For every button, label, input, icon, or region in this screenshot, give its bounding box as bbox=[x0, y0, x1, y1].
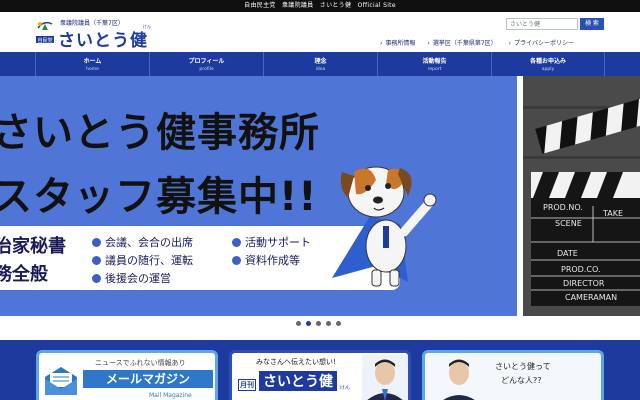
monthly-prefix: 月刊 bbox=[238, 379, 256, 391]
header-link-district[interactable]: › 選挙区（千葉県第7区） bbox=[427, 38, 496, 48]
slider-dot[interactable] bbox=[316, 321, 321, 326]
top-bar: 自由民主党 衆議院議員 さいとう健 Official Site bbox=[0, 0, 640, 12]
clapper-prod-co: PROD.CO. bbox=[561, 265, 600, 274]
search-input[interactable] bbox=[506, 18, 578, 30]
nav-item-profile[interactable]: プロフィール profile bbox=[149, 52, 263, 76]
duty-label: 後援会の運営 bbox=[105, 272, 171, 285]
duty-label: 活動サポート bbox=[245, 236, 311, 249]
nav-sublabel: idea bbox=[315, 67, 326, 72]
party-logo-icon[interactable]: 自民党 bbox=[34, 18, 56, 46]
profile-intro-banner[interactable]: さいとう健って どんな人?? bbox=[422, 350, 604, 400]
logo-ruby: けん bbox=[143, 24, 151, 29]
duty-label: 議員の随行、運転 bbox=[105, 254, 193, 267]
profile-intro-text1: さいとう健って bbox=[495, 362, 551, 371]
header-link-office[interactable]: › 事務所情報 bbox=[380, 38, 415, 48]
duty-item: 後援会の運営 bbox=[92, 270, 171, 286]
clapper-director: DIRECTOR bbox=[563, 279, 605, 288]
politician-photo bbox=[437, 355, 481, 400]
duty-item: 活動サポート bbox=[232, 234, 311, 250]
slider-dot[interactable] bbox=[296, 321, 301, 326]
hero-slide-recruit[interactable]: さいとう健事務所 スタッフ募集中!! 治家秘書 務全般 会議、会合の出席 議員の… bbox=[0, 76, 517, 316]
mail-magazine-en: Mail Magazine bbox=[149, 392, 192, 399]
nav-sublabel: report bbox=[427, 67, 442, 72]
nav-label: ホーム bbox=[83, 58, 102, 65]
banner-strip: ニュースでふれない情報あり メールマガジン Mail Magazine みなさん… bbox=[0, 340, 640, 400]
nav-label: 各種お申込み bbox=[529, 58, 566, 65]
nav-label: 理念 bbox=[314, 58, 327, 65]
monthly-title-group: 月刊 さいとう健 けん bbox=[238, 371, 350, 391]
politician-photo bbox=[362, 355, 408, 400]
header-link-privacy[interactable]: › プライバシーポリシー bbox=[509, 38, 574, 48]
nav-sublabel: profile bbox=[199, 67, 214, 72]
slider-dot-active[interactable] bbox=[306, 321, 311, 326]
job-title-line1: 治家秘書 bbox=[0, 236, 66, 257]
bullet-dot-icon bbox=[232, 255, 241, 265]
bullet-dot-icon bbox=[232, 237, 241, 247]
duty-item: 会議、会合の出席 bbox=[92, 234, 193, 250]
monthly-newsletter-banner[interactable]: みなさんへ伝えたい想い! 月刊 さいとう健 けん bbox=[229, 350, 411, 400]
chevron-right-icon: › bbox=[427, 40, 430, 47]
slider-dot[interactable] bbox=[336, 321, 341, 326]
profile-intro-text2: どんな人?? bbox=[501, 376, 542, 385]
main-nav: ホーム home プロフィール profile 理念 idea 活動報告 report … bbox=[0, 52, 640, 76]
monthly-note: みなさんへ伝えたい想い! bbox=[256, 358, 336, 366]
monthly-ruby: けん bbox=[340, 385, 351, 391]
job-title-line2: 務全般 bbox=[0, 264, 48, 285]
duty-label: 会議、会合の出席 bbox=[105, 236, 193, 249]
nav-item-apply[interactable]: 各種お申込み apply bbox=[491, 52, 605, 76]
header-link-label: 事務所情報 bbox=[385, 40, 416, 47]
header-link-label: プライバシーポリシー bbox=[514, 40, 574, 47]
nav-sublabel: apply bbox=[541, 67, 555, 72]
clapper-scene: SCENE bbox=[555, 219, 582, 228]
nav-item-report[interactable]: 活動報告 report bbox=[377, 52, 491, 76]
nav-item-home[interactable]: ホーム home bbox=[35, 52, 149, 76]
hero-slider[interactable]: さいとう健事務所 スタッフ募集中!! 治家秘書 務全般 会議、会合の出席 議員の… bbox=[0, 76, 640, 326]
bullet-dot-icon bbox=[92, 237, 101, 247]
clapper-date: DATE bbox=[557, 249, 578, 258]
clapper-prod-no: PROD.NO. bbox=[543, 203, 583, 212]
nav-label: プロフィール bbox=[188, 58, 225, 65]
nav-label: 活動報告 bbox=[422, 58, 447, 65]
party-logo-text: 自民党 bbox=[37, 37, 52, 44]
header-link-label: 選挙区（千葉県第7区） bbox=[432, 40, 497, 47]
duty-item: 議員の随行、運転 bbox=[92, 252, 193, 268]
slider-pagination bbox=[296, 321, 341, 326]
mail-magazine-note: ニュースでふれない情報あり bbox=[95, 359, 186, 367]
bullet-dot-icon bbox=[92, 255, 101, 265]
nav-sublabel: home bbox=[86, 67, 99, 72]
hero-subheadline: スタッフ募集中!! bbox=[0, 174, 318, 220]
header-links: › 事務所情報 › 選挙区（千葉県第7区） › プライバシーポリシー bbox=[380, 38, 574, 48]
mail-magazine-title: メールマガジン bbox=[83, 370, 213, 388]
clapper-cameraman: CAMERAMAN bbox=[565, 293, 617, 302]
duty-label: 資料作成等 bbox=[245, 254, 300, 267]
chevron-right-icon: › bbox=[380, 40, 383, 47]
monthly-title: さいとう健 bbox=[259, 371, 337, 391]
hero-slide-preview[interactable]: PROD.NO. SCENE TAKE DATE PROD.CO. DIRECT… bbox=[523, 76, 640, 316]
mail-magazine-banner[interactable]: ニュースでふれない情報あり メールマガジン Mail Magazine bbox=[36, 350, 218, 400]
envelope-icon bbox=[45, 367, 77, 395]
clapperboard-icon: PROD.NO. SCENE TAKE DATE PROD.CO. DIRECT… bbox=[523, 76, 640, 316]
slider-dot[interactable] bbox=[326, 321, 331, 326]
search-button[interactable]: 検 索 bbox=[580, 18, 604, 30]
site-logo-name[interactable]: さいとう健 bbox=[58, 26, 148, 51]
bullet-dot-icon bbox=[92, 273, 101, 283]
chevron-right-icon: › bbox=[508, 40, 512, 47]
nav-item-idea[interactable]: 理念 idea bbox=[263, 52, 377, 76]
duty-item: 資料作成等 bbox=[232, 252, 300, 268]
clapper-take: TAKE bbox=[602, 209, 623, 218]
site-header: 自民党 衆議院議員（千葉7区） さいとう健 けん 検 索 ›事務所情報 ›選挙区… bbox=[0, 12, 640, 52]
dog-mascot-icon bbox=[332, 166, 437, 287]
hero-headline: さいとう健事務所 bbox=[0, 110, 320, 156]
